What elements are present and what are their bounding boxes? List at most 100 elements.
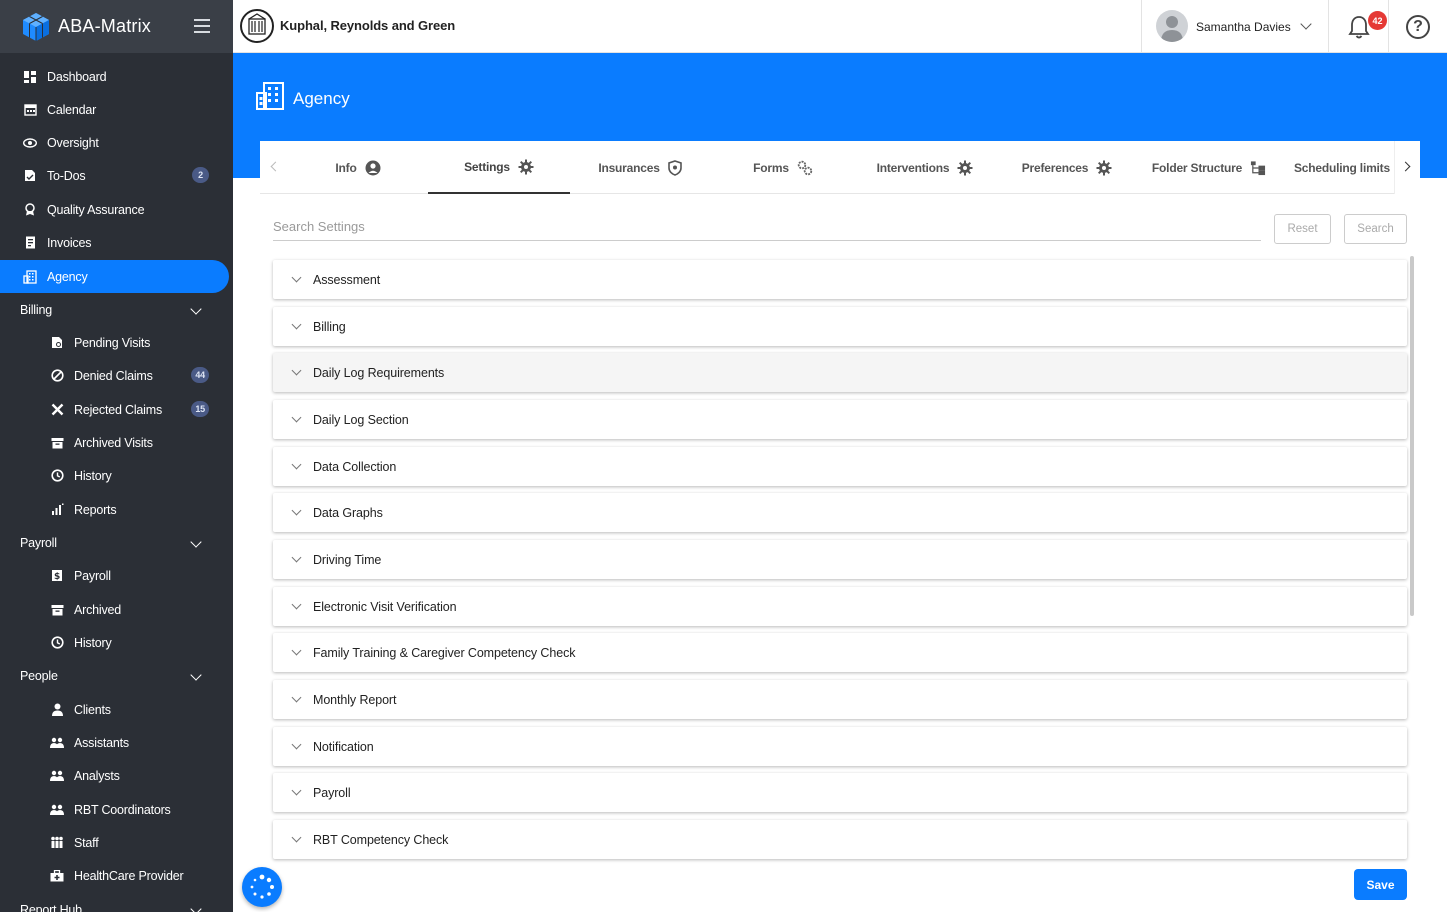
sidebar-item-payroll-history[interactable]: History xyxy=(0,626,229,659)
accordion-panel-daily-log-requirements[interactable]: Daily Log Requirements xyxy=(273,353,1407,392)
panel-title: Data Graphs xyxy=(313,505,383,520)
sidebar-item-clients[interactable]: Clients xyxy=(0,693,229,726)
sidebar-item-rbt-coordinators[interactable]: RBT Coordinators xyxy=(0,793,229,826)
menu-toggle-icon[interactable] xyxy=(194,19,210,33)
sidebar-item-label: Pending Visits xyxy=(74,335,151,350)
tab-preferences[interactable]: Preferences xyxy=(996,141,1138,194)
sidebar-item-label: Dashboard xyxy=(47,69,107,84)
user-menu[interactable]: Samantha Davies xyxy=(1141,0,1329,53)
settings-search xyxy=(273,213,1261,241)
sidebar-item-billing-history[interactable]: History xyxy=(0,459,229,492)
organization-logo-icon xyxy=(240,9,274,43)
sidebar-item-agency[interactable]: Agency xyxy=(0,260,229,293)
tab-label: Settings xyxy=(464,159,510,174)
chevron-down-icon xyxy=(291,739,302,750)
sidebar-section-payroll[interactable]: Payroll xyxy=(0,526,229,559)
sidebar-item-label: RBT Coordinators xyxy=(74,802,171,817)
gears-icon xyxy=(797,160,813,176)
sidebar-section-report-hub[interactable]: Report Hub xyxy=(0,893,229,912)
accordion-panel-data-collection[interactable]: Data Collection xyxy=(273,447,1407,486)
assistant-fab[interactable] xyxy=(242,867,282,907)
sidebar-item-label: History xyxy=(74,635,112,650)
chevron-down-icon xyxy=(291,272,302,283)
sidebar-item-payroll-archived[interactable]: Archived xyxy=(0,593,229,626)
accordion-panel-rbt-competency-check[interactable]: RBT Competency Check xyxy=(273,820,1407,859)
sidebar-item-denied-claims[interactable]: Denied Claims 44 xyxy=(0,359,229,392)
reset-button[interactable]: Reset xyxy=(1274,214,1331,244)
sidebar: ABA-Matrix Dashboard Calendar Oversight … xyxy=(0,0,233,912)
sidebar-item-label: Staff xyxy=(74,835,99,850)
history-icon xyxy=(50,636,64,650)
sidebar-item-staff[interactable]: Staff xyxy=(0,826,229,859)
accordion-panel-notification[interactable]: Notification xyxy=(273,727,1407,766)
sidebar-item-label: Oversight xyxy=(47,135,99,150)
section-label: Report Hub xyxy=(20,902,82,912)
accordion-panel-assessment[interactable]: Assessment xyxy=(273,260,1407,299)
chevron-down-icon xyxy=(291,365,302,376)
section-label: Payroll xyxy=(20,535,57,550)
scrollbar[interactable] xyxy=(1410,256,1414,616)
organization-name[interactable]: Kuphal, Reynolds and Green xyxy=(280,18,455,33)
tab-label: Preferences xyxy=(1021,160,1089,175)
sidebar-item-pending-visits[interactable]: Pending Visits xyxy=(0,326,229,359)
sidebar-item-label: To-Dos xyxy=(47,168,86,183)
sidebar-item-label: Payroll xyxy=(74,568,111,583)
accordion-panel-monthly-report[interactable]: Monthly Report xyxy=(273,680,1407,719)
search-button[interactable]: Search xyxy=(1344,214,1407,244)
aba-matrix-logo-icon xyxy=(23,12,49,41)
archive-icon xyxy=(50,603,64,617)
sidebar-item-rejected-claims[interactable]: Rejected Claims 15 xyxy=(0,393,229,426)
calendar-icon xyxy=(23,103,37,117)
sidebar-item-quality-assurance[interactable]: Quality Assurance xyxy=(0,193,229,226)
sidebar-item-payroll[interactable]: $ Payroll xyxy=(0,559,229,592)
sidebar-item-healthcare-provider[interactable]: HealthCare Provider xyxy=(0,859,229,892)
accordion-panel-driving-time[interactable]: Driving Time xyxy=(273,540,1407,579)
bar-chart-icon xyxy=(50,503,64,517)
tab-info[interactable]: Info xyxy=(288,141,428,194)
tab-scroll-right-button[interactable] xyxy=(1394,141,1420,194)
sidebar-item-invoices[interactable]: Invoices xyxy=(0,226,229,259)
sidebar-item-archived-visits[interactable]: Archived Visits xyxy=(0,426,229,459)
sidebar-item-todos[interactable]: To-Dos 2 xyxy=(0,159,229,192)
sidebar-item-oversight[interactable]: Oversight xyxy=(0,126,229,159)
tab-label: Info xyxy=(335,160,357,175)
section-label: Billing xyxy=(20,302,52,317)
sidebar-item-reports[interactable]: Reports xyxy=(0,493,229,526)
app-name: ABA-Matrix xyxy=(58,16,152,36)
tab-interventions[interactable]: Interventions xyxy=(854,141,996,194)
tab-scroll-left-icon[interactable] xyxy=(270,161,281,172)
tab-settings[interactable]: Settings xyxy=(428,141,570,194)
search-input[interactable] xyxy=(273,213,1261,239)
save-button[interactable]: Save xyxy=(1354,869,1407,900)
accordion-panel-family-training[interactable]: Family Training & Caregiver Competency C… xyxy=(273,633,1407,672)
settings-card: Info Settings Insurances Forms Intervent… xyxy=(260,141,1420,912)
panel-title: Billing xyxy=(313,319,346,334)
accordion-panel-daily-log-section[interactable]: Daily Log Section xyxy=(273,400,1407,439)
accordion-panel-data-graphs[interactable]: Data Graphs xyxy=(273,493,1407,532)
tab-insurances[interactable]: Insurances xyxy=(570,141,712,194)
sidebar-item-assistants[interactable]: Assistants xyxy=(0,726,229,759)
accordion-panel-evv[interactable]: Electronic Visit Verification xyxy=(273,587,1407,626)
tab-label: Interventions xyxy=(876,160,950,175)
accordion-panel-payroll[interactable]: Payroll xyxy=(273,773,1407,812)
pending-visits-icon xyxy=(50,336,64,350)
panel-title: Assessment xyxy=(313,272,381,287)
chevron-down-icon xyxy=(1300,18,1312,30)
tab-folder-structure[interactable]: Folder Structure xyxy=(1138,141,1280,194)
dashboard-icon xyxy=(23,70,37,84)
panel-title: Notification xyxy=(313,739,374,754)
divider xyxy=(1388,0,1389,53)
todo-count-badge: 2 xyxy=(192,167,209,183)
section-label: People xyxy=(20,668,58,683)
svg-text:$: $ xyxy=(53,572,59,582)
sidebar-item-dashboard[interactable]: Dashboard xyxy=(0,60,229,93)
accordion-panel-billing[interactable]: Billing xyxy=(273,307,1407,346)
help-icon[interactable]: ? xyxy=(1406,15,1430,39)
sidebar-section-people[interactable]: People xyxy=(0,659,229,692)
sidebar-item-calendar[interactable]: Calendar xyxy=(0,93,229,126)
sidebar-section-billing[interactable]: Billing xyxy=(0,293,229,326)
tab-scheduling-limits[interactable]: Scheduling limits xyxy=(1280,141,1394,194)
ban-icon xyxy=(50,369,64,383)
sidebar-item-analysts[interactable]: Analysts xyxy=(0,759,229,792)
tab-forms[interactable]: Forms xyxy=(712,141,854,194)
